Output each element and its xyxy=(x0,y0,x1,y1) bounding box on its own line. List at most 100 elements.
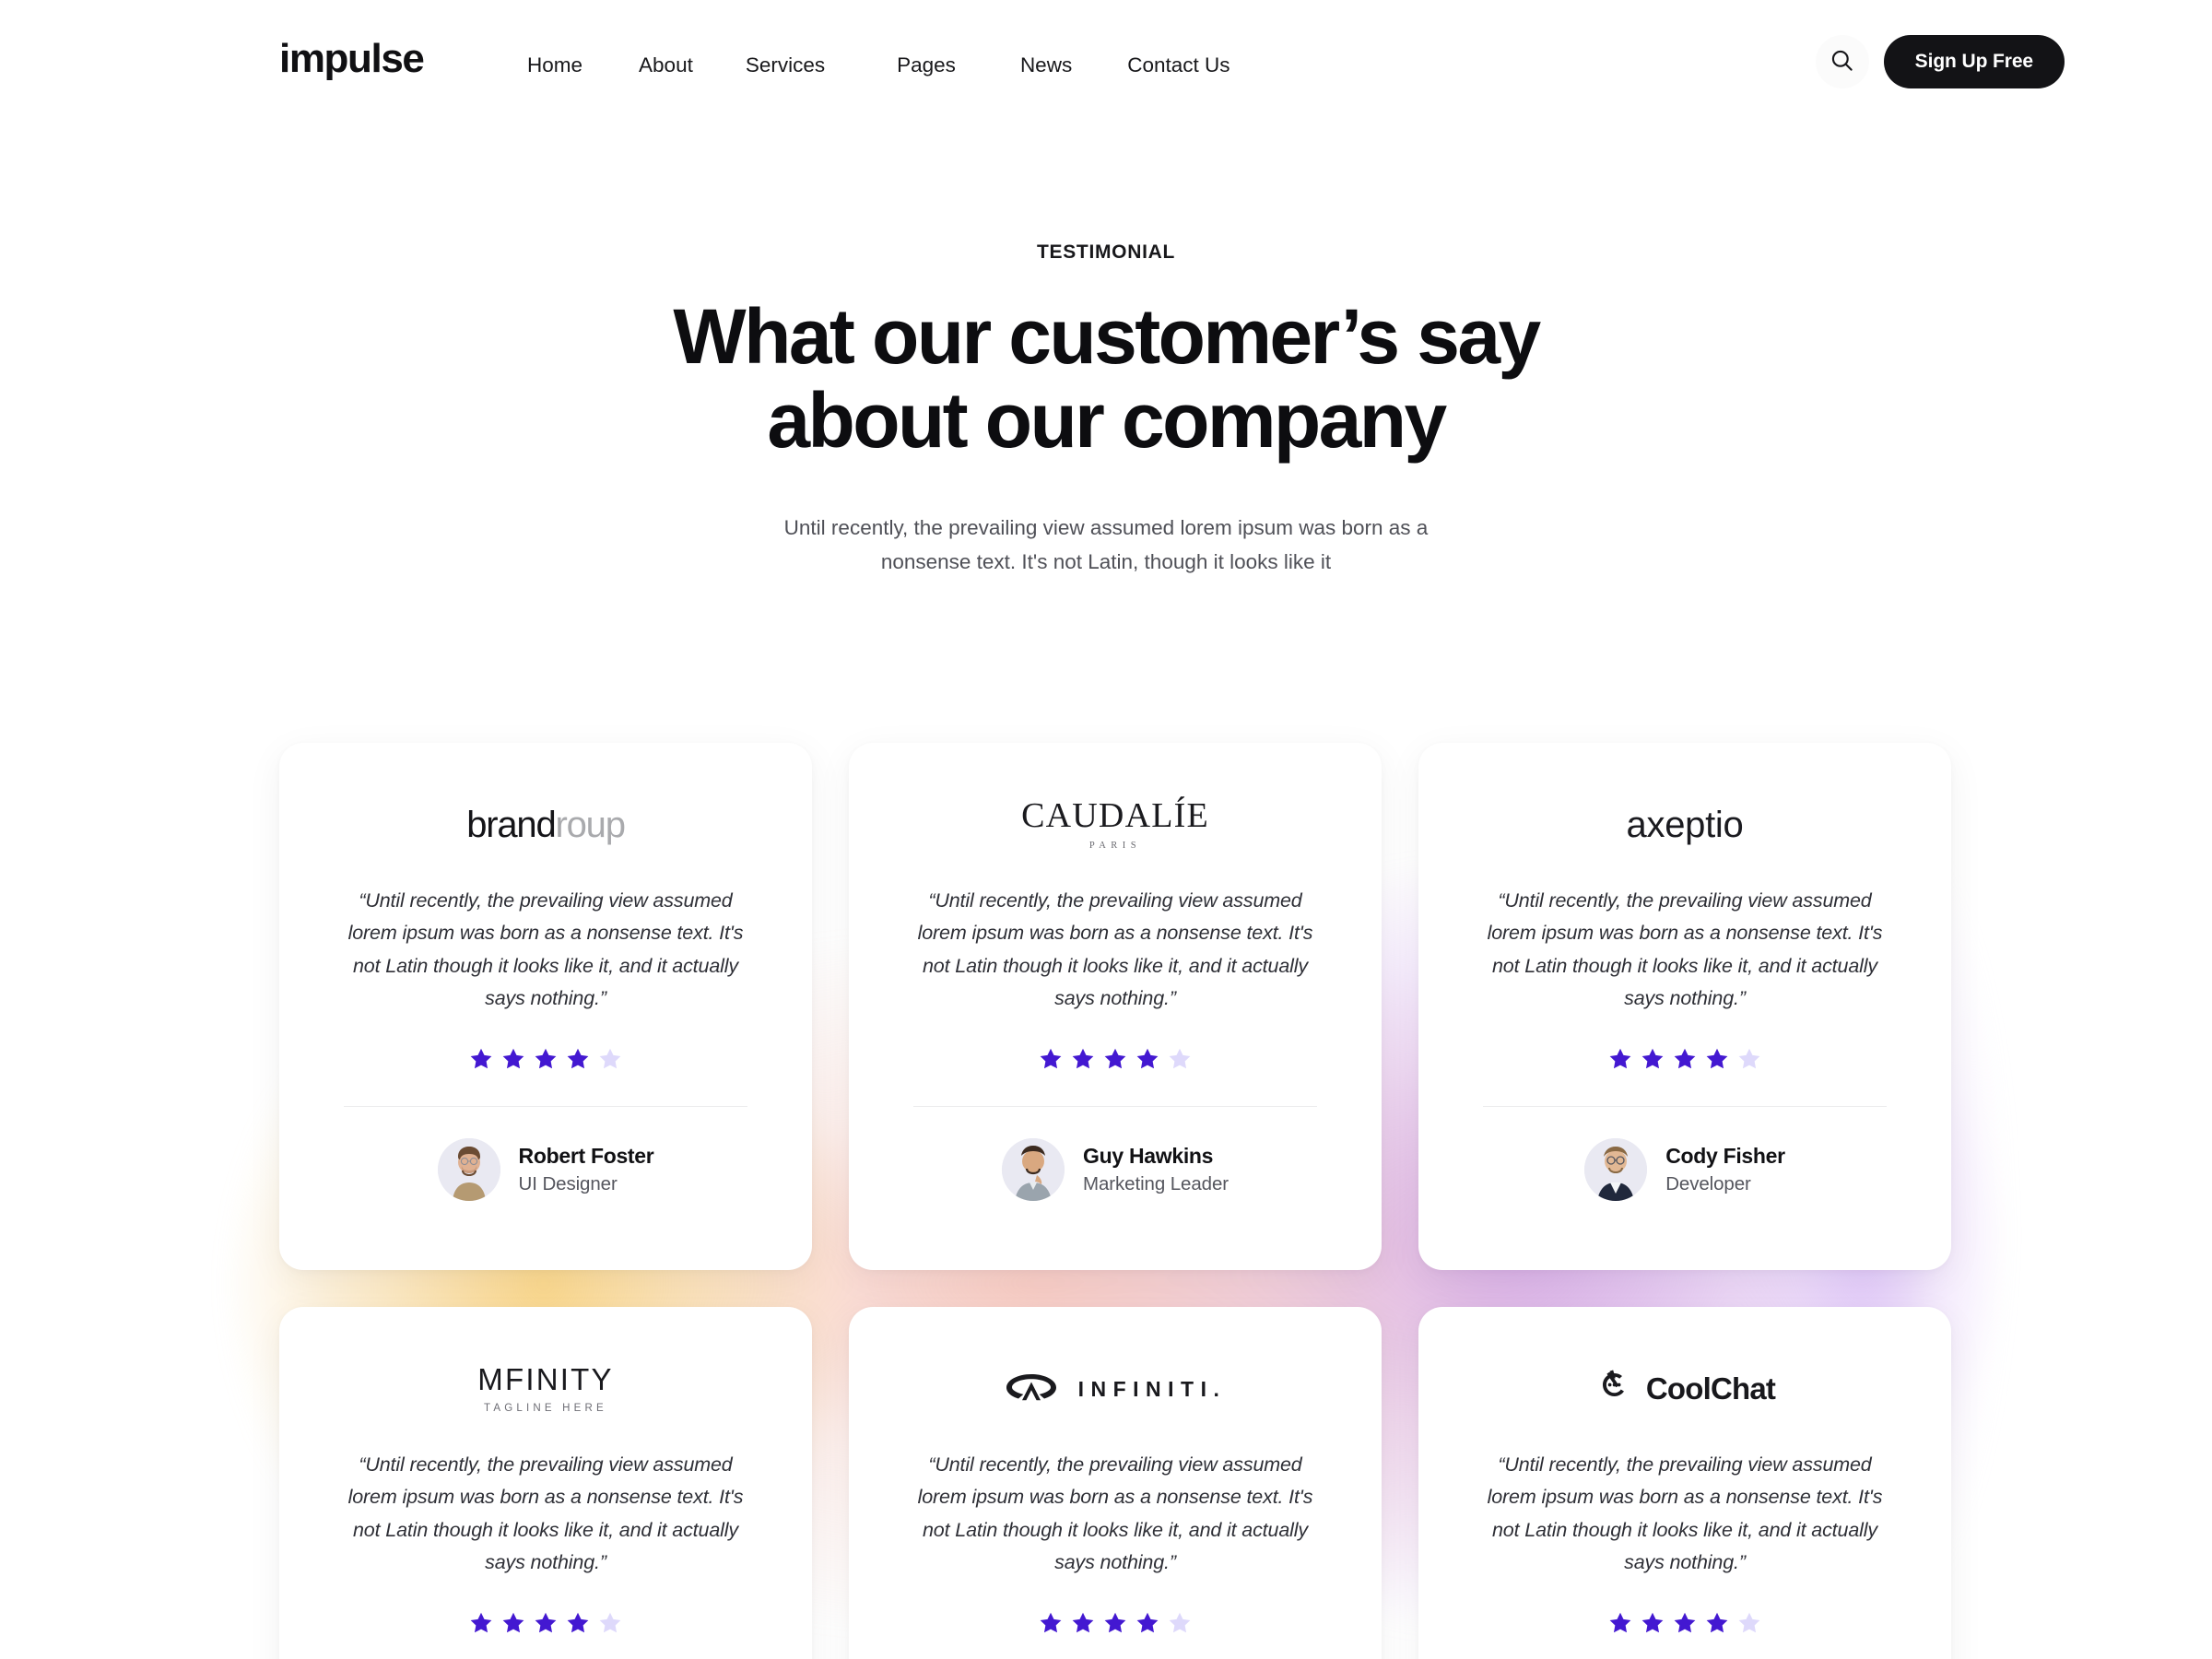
star-icon-filled xyxy=(1674,1048,1696,1069)
star-icon-filled xyxy=(470,1612,492,1633)
page-title: What our customer’s say about our compan… xyxy=(461,295,1751,462)
axeptio-logo-text: axeptio xyxy=(1626,805,1744,845)
testimonial-card[interactable]: CoolChat “Until recently, the prevailing… xyxy=(1418,1307,1951,1659)
testimonial-grid: brandroup “Until recently, the prevailin… xyxy=(279,743,1951,1659)
star-icon-filled xyxy=(1072,1612,1094,1633)
author-name: Robert Foster xyxy=(518,1144,654,1169)
star-icon-filled xyxy=(1072,1048,1094,1069)
star-icon-empty xyxy=(1738,1612,1760,1633)
brand-logo[interactable]: impulse xyxy=(279,39,425,79)
card-divider xyxy=(1483,1105,1887,1107)
testimonial-quote: “Until recently, the prevailing view ass… xyxy=(347,889,744,1010)
star-icon-empty xyxy=(599,1612,621,1633)
coolchat-logo-text: CoolChat xyxy=(1645,1371,1776,1406)
page-title-line-2: about our company xyxy=(767,376,1447,464)
avatar xyxy=(1002,1137,1065,1201)
star-icon-filled xyxy=(1674,1612,1696,1633)
section-eyebrow: TESTIMONIAL xyxy=(1036,241,1176,263)
star-icon-filled xyxy=(1641,1048,1664,1069)
search-button[interactable] xyxy=(1815,35,1869,88)
star-icon-filled xyxy=(1136,1048,1159,1069)
testimonial-author: Cody Fisher Developer xyxy=(1584,1137,1785,1201)
star-icon-empty xyxy=(1169,1612,1191,1633)
testimonial-page: impulse Home About Services Pages News C… xyxy=(0,0,2212,1659)
card-divider xyxy=(344,1105,747,1107)
testimonial-card[interactable]: MFINITY TAGLINE HERE “Until recently, th… xyxy=(279,1307,812,1659)
main-navigation: Home About Services Pages News Contact U… xyxy=(527,50,1230,82)
star-icon-filled xyxy=(502,1048,524,1069)
star-rating xyxy=(469,1611,622,1635)
star-icon-filled xyxy=(1104,1612,1126,1633)
testimonial-card[interactable]: brandroup “Until recently, the prevailin… xyxy=(279,743,812,1270)
testimonial-author: Guy Hawkins Marketing Leader xyxy=(1002,1137,1229,1201)
star-icon-filled xyxy=(567,1612,589,1633)
author-name: Guy Hawkins xyxy=(1083,1144,1214,1169)
nav-item-services[interactable]: Services xyxy=(746,50,825,82)
nav-item-news[interactable]: News xyxy=(1020,50,1072,82)
nav-item-home[interactable]: Home xyxy=(527,50,582,82)
header-actions: Sign Up Free xyxy=(1815,35,2065,88)
infiniti-emblem-icon xyxy=(1005,1372,1058,1406)
page-title-line-1: What our customer’s say xyxy=(673,293,1541,380)
star-rating xyxy=(1039,1047,1192,1071)
star-icon-filled xyxy=(1609,1612,1631,1633)
company-logo-brandroup: brandroup xyxy=(466,785,626,865)
mfinity-logo-subtext: TAGLINE HERE xyxy=(484,1402,607,1414)
author-role: Marketing Leader xyxy=(1083,1172,1229,1194)
caudalie-logo-subtext: PARIS xyxy=(1088,841,1142,852)
star-icon-filled xyxy=(535,1048,557,1069)
search-icon xyxy=(1830,48,1854,76)
company-logo-mfinity: MFINITY TAGLINE HERE xyxy=(477,1349,613,1429)
star-icon-filled xyxy=(1040,1612,1062,1633)
card-divider xyxy=(913,1105,1317,1107)
star-icon-filled xyxy=(1040,1048,1062,1069)
brandroup-logo-dark-text: brand xyxy=(466,805,557,845)
testimonial-quote: “Until recently, the prevailing view ass… xyxy=(1487,889,1883,1010)
star-icon-filled xyxy=(1641,1612,1664,1633)
company-logo-infiniti: INFINITI. xyxy=(1005,1349,1227,1429)
signup-free-button[interactable]: Sign Up Free xyxy=(1883,35,2065,88)
author-name: Cody Fisher xyxy=(1665,1144,1785,1169)
star-rating xyxy=(1608,1047,1761,1071)
star-rating xyxy=(469,1047,622,1071)
company-logo-coolchat: CoolChat xyxy=(1594,1349,1776,1429)
star-icon-filled xyxy=(1104,1048,1126,1069)
site-header: impulse Home About Services Pages News C… xyxy=(0,0,2212,129)
star-icon-filled xyxy=(502,1612,524,1633)
testimonial-quote: “Until recently, the prevailing view ass… xyxy=(917,1453,1313,1574)
author-role: UI Designer xyxy=(518,1172,618,1194)
star-icon-filled xyxy=(567,1048,589,1069)
star-icon-filled xyxy=(1136,1612,1159,1633)
star-rating xyxy=(1608,1611,1761,1635)
star-icon-filled xyxy=(470,1048,492,1069)
star-icon-empty xyxy=(1169,1048,1191,1069)
nav-item-pages[interactable]: Pages xyxy=(897,50,956,82)
hero-section: TESTIMONIAL What our customer’s say abou… xyxy=(0,241,2212,579)
hero-subtitle: Until recently, the prevailing view assu… xyxy=(783,516,1429,573)
company-logo-axeptio: axeptio xyxy=(1627,785,1744,865)
author-role: Developer xyxy=(1665,1172,1751,1194)
star-icon-filled xyxy=(535,1612,557,1633)
coolchat-mark-icon xyxy=(1594,1367,1635,1412)
star-rating xyxy=(1039,1611,1192,1635)
testimonial-quote: “Until recently, the prevailing view ass… xyxy=(1487,1453,1883,1574)
star-icon-filled xyxy=(1706,1048,1728,1069)
star-icon-empty xyxy=(599,1048,621,1069)
brandroup-logo-light-text: roup xyxy=(555,805,626,845)
testimonial-card[interactable]: CAUDALÍE PARIS “Until recently, the prev… xyxy=(849,743,1382,1270)
testimonial-card[interactable]: axeptio “Until recently, the prevailing … xyxy=(1418,743,1951,1270)
star-icon-empty xyxy=(1738,1048,1760,1069)
nav-item-about[interactable]: About xyxy=(639,50,693,82)
company-logo-caudalie: CAUDALÍE PARIS xyxy=(1021,785,1209,865)
avatar xyxy=(437,1137,500,1201)
testimonial-quote: “Until recently, the prevailing view ass… xyxy=(917,889,1313,1010)
star-icon-filled xyxy=(1706,1612,1728,1633)
testimonial-author: Robert Foster UI Designer xyxy=(437,1137,654,1201)
infiniti-logo-text: INFINITI. xyxy=(1077,1376,1227,1401)
avatar xyxy=(1584,1137,1648,1201)
mfinity-logo-text: MFINITY xyxy=(477,1361,614,1396)
testimonial-card[interactable]: INFINITI. “Until recently, the prevailin… xyxy=(849,1307,1382,1659)
nav-item-contact-us[interactable]: Contact Us xyxy=(1127,50,1230,82)
testimonial-quote: “Until recently, the prevailing view ass… xyxy=(347,1453,744,1574)
caudalie-logo-text: CAUDALÍE xyxy=(1021,796,1209,836)
